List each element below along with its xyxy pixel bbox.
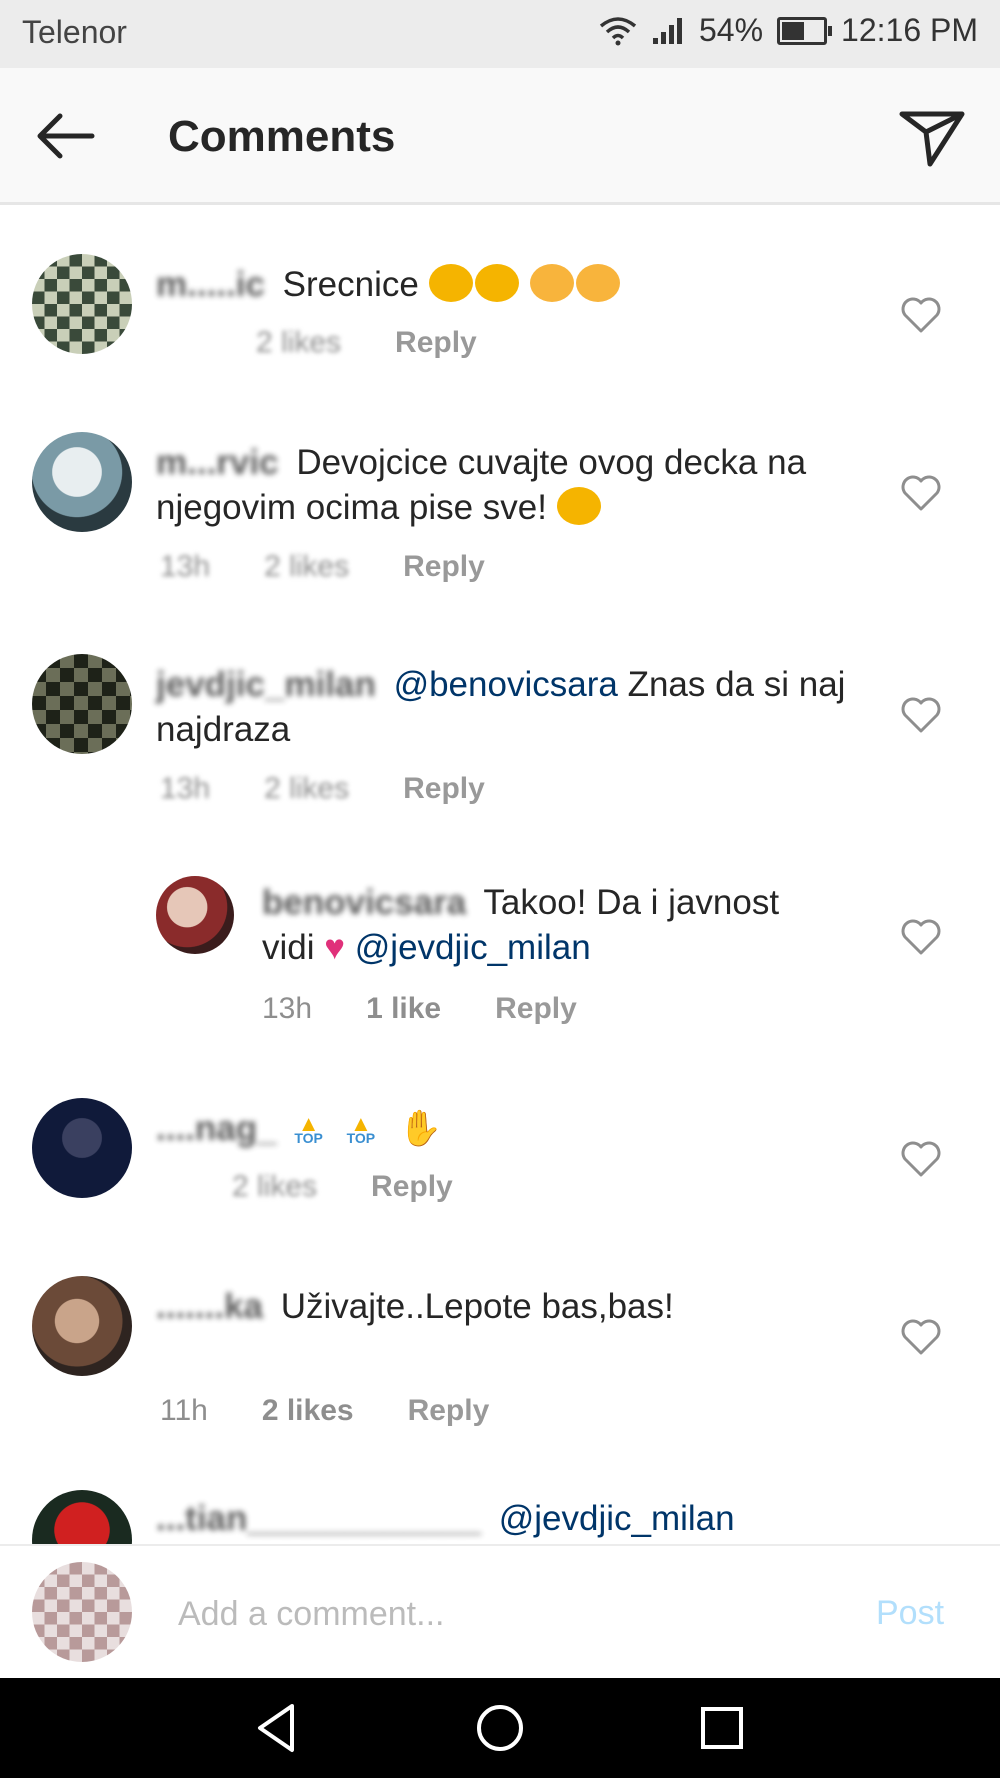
top-arrow-icon: ▲ TOP: [346, 1110, 376, 1146]
header: Comments: [0, 68, 1000, 205]
comment-body: ...tian____________ @jevdjic_milan: [156, 1496, 876, 1541]
heart-eyes-emoji-icon: [530, 264, 575, 302]
grinning-emoji-icon: [474, 264, 519, 302]
heart-icon[interactable]: [900, 696, 942, 734]
comment-time: 13h: [160, 550, 211, 583]
page-title: Comments: [168, 112, 396, 161]
comment-likes[interactable]: 2 likes: [264, 772, 349, 806]
comment-username[interactable]: m...rvic: [156, 443, 279, 482]
reply-button[interactable]: Reply: [408, 1394, 490, 1428]
status-bar: Telenor 54% 12:16 PM: [0, 0, 1000, 68]
comment-likes[interactable]: 2 likes: [256, 326, 341, 360]
heart-icon[interactable]: [900, 474, 942, 512]
status-icons: 54% 12:16 PM: [599, 12, 978, 49]
heart-icon[interactable]: [900, 296, 942, 334]
comment-mention[interactable]: @jevdjic_milan: [355, 928, 591, 967]
comment-meta: 13h 2 likes Reply: [160, 550, 485, 584]
heart-eyes-emoji-icon: [576, 264, 621, 302]
post-button[interactable]: Post: [876, 1594, 944, 1633]
ok-hand-emoji-icon: ✋: [398, 1109, 443, 1148]
comment-meta: 2 likes Reply: [202, 326, 477, 360]
reply-button[interactable]: Reply: [403, 550, 485, 584]
comment-body: jevdjic_milan @benovicsara Znas da si na…: [156, 662, 856, 752]
back-triangle-icon[interactable]: [246, 1696, 310, 1760]
system-nav-bar: [0, 1678, 1000, 1778]
own-avatar: [32, 1562, 132, 1662]
comment-username[interactable]: jevdjic_milan: [156, 665, 376, 704]
comment-item: ...tian____________ @jevdjic_milan: [0, 1490, 1000, 1544]
comment-username[interactable]: ...tian____________: [156, 1499, 481, 1538]
comment-input-bar: Post: [0, 1544, 1000, 1680]
grinning-emoji-icon: [428, 264, 473, 302]
comment-mention[interactable]: @benovicsara: [394, 665, 618, 704]
comment-likes[interactable]: 2 likes: [264, 550, 349, 584]
comment-username[interactable]: ....nag_: [156, 1109, 277, 1148]
wifi-icon: [599, 16, 637, 45]
reply-button[interactable]: Reply: [495, 992, 577, 1026]
avatar[interactable]: [32, 254, 132, 354]
back-arrow-icon[interactable]: [30, 106, 102, 166]
recents-square-icon[interactable]: [690, 1696, 754, 1760]
comment-likes[interactable]: 2 likes: [262, 1394, 354, 1428]
reply-button[interactable]: Reply: [371, 1170, 453, 1204]
comment-meta: 13h 2 likes Reply: [160, 772, 485, 806]
comment-likes[interactable]: 1 like: [366, 992, 441, 1026]
top-arrow-icon: ▲ TOP: [294, 1110, 323, 1146]
kiss-emoji-icon: ♥: [324, 928, 346, 967]
smiling-emoji-icon: [556, 487, 601, 525]
carrier-name: Telenor: [22, 14, 127, 50]
battery-percent: 54%: [698, 12, 764, 48]
avatar[interactable]: [32, 1098, 132, 1198]
comment-body: benovicsara Takoo! Da i javnost vidi ♥ @…: [262, 880, 822, 970]
home-circle-icon[interactable]: [468, 1696, 532, 1760]
avatar[interactable]: [32, 1490, 132, 1544]
comment-text: Srecnice: [282, 265, 419, 304]
avatar[interactable]: [32, 432, 132, 532]
signal-icon: [652, 17, 682, 44]
comment-body: ....nag_ ▲ TOP ▲ TOP ✋: [156, 1106, 856, 1151]
battery-icon: [777, 16, 833, 45]
comment-time: 11h: [160, 1394, 208, 1427]
comment-username[interactable]: m.....ic: [156, 265, 265, 304]
comment-body: .......ka Uživajte..Lepote bas,bas!: [156, 1284, 736, 1329]
comment-input[interactable]: [176, 1588, 780, 1640]
avatar[interactable]: [32, 1276, 132, 1376]
comment-meta: 2 likes Reply: [178, 1170, 453, 1204]
heart-icon[interactable]: [900, 1140, 942, 1178]
heart-icon[interactable]: [900, 918, 942, 956]
avatar[interactable]: [156, 876, 234, 954]
reply-button[interactable]: Reply: [395, 326, 477, 360]
send-direct-icon[interactable]: [896, 102, 968, 170]
comment-body: m.....ic Srecnice: [156, 262, 856, 307]
clock: 12:16 PM: [841, 12, 978, 48]
heart-icon[interactable]: [900, 1318, 942, 1356]
reply-button[interactable]: Reply: [403, 772, 485, 806]
comment-mention[interactable]: @jevdjic_milan: [499, 1499, 735, 1538]
comment-username[interactable]: .......ka: [156, 1287, 263, 1326]
comment-meta: 13h 1 like Reply: [262, 992, 577, 1026]
avatar[interactable]: [32, 654, 132, 754]
comment-text: Uživajte..Lepote bas,bas!: [280, 1287, 674, 1326]
comment-meta: 11h 2 likes Reply: [160, 1394, 489, 1428]
comment-likes[interactable]: 2 likes: [232, 1170, 317, 1204]
comment-body: m...rvic Devojcice cuvajte ovog decka na…: [156, 440, 856, 530]
comment-time: 13h: [262, 992, 313, 1025]
comment-time: 13h: [160, 772, 211, 805]
comment-username[interactable]: benovicsara: [262, 883, 466, 922]
